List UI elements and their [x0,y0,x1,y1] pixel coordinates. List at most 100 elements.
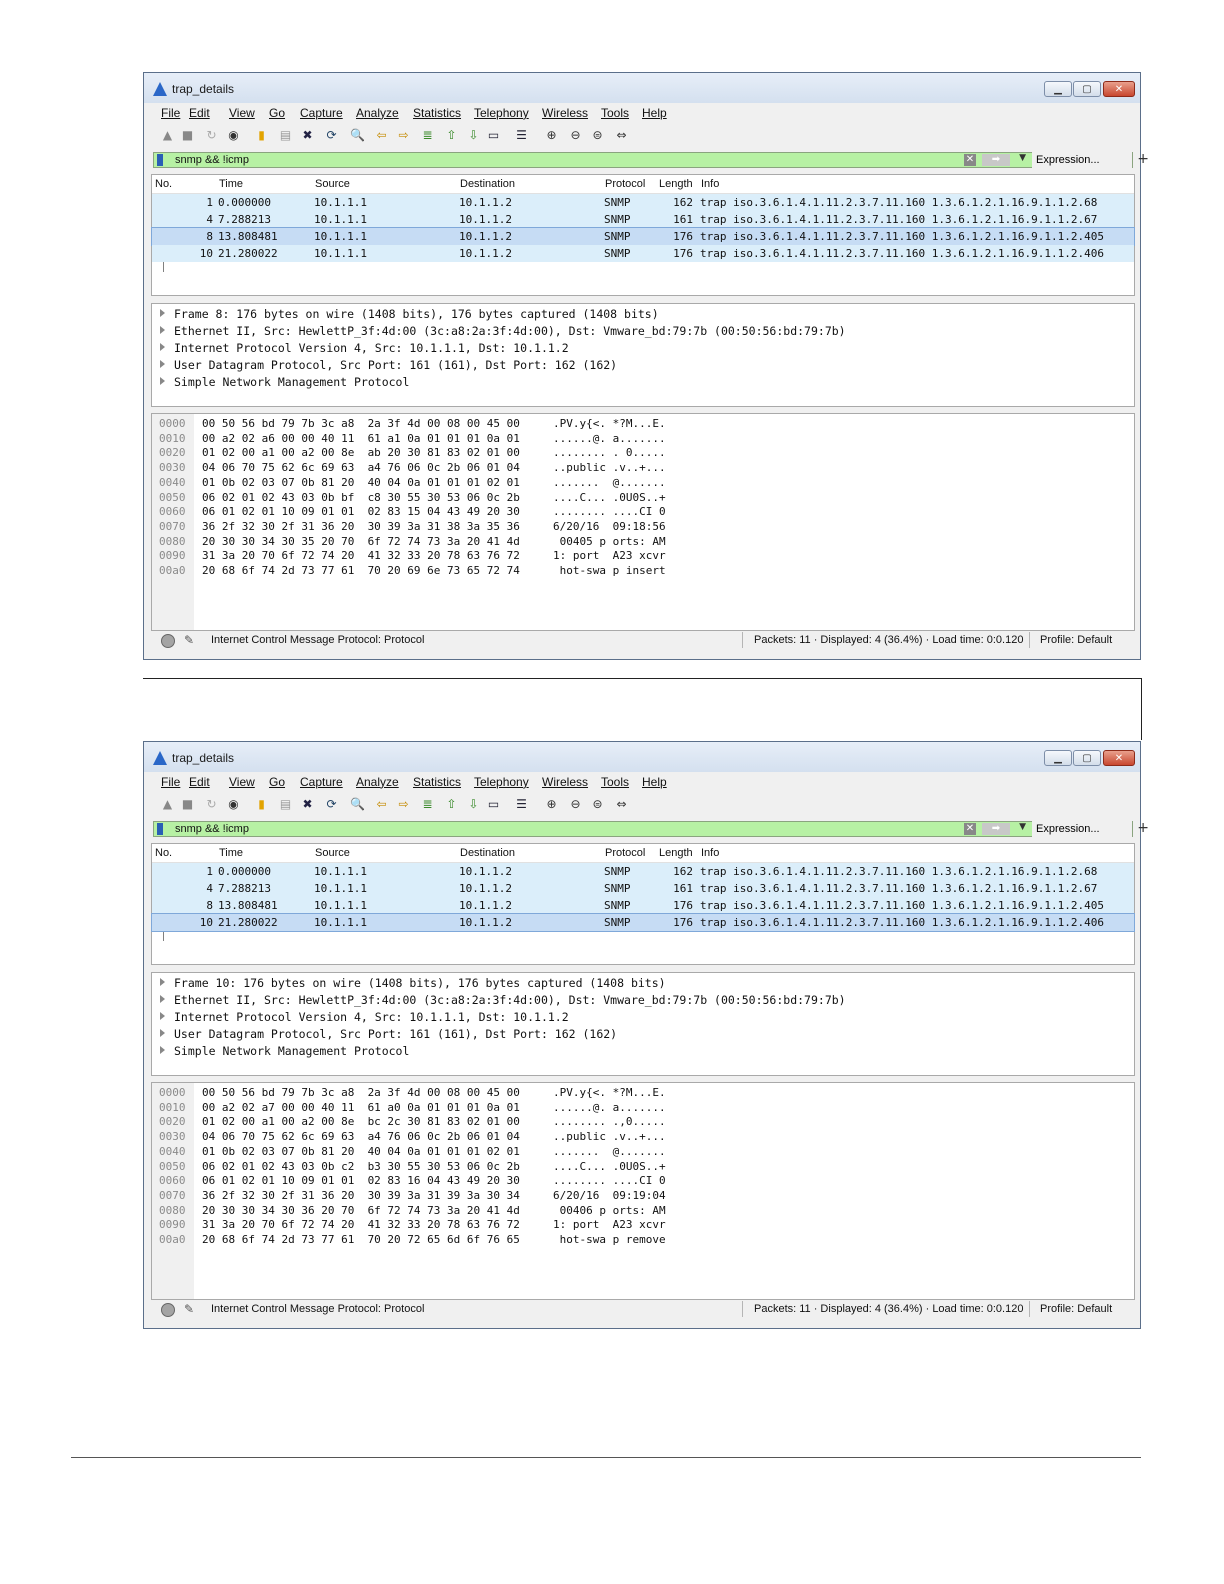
minimize-button[interactable]: ▁ [1044,750,1072,766]
close-button[interactable]: ✕ [1103,81,1135,97]
detail-row[interactable]: Frame 10: 176 bytes on wire (1408 bits),… [160,976,666,992]
open-file-icon[interactable]: ▮ [254,128,269,143]
bytes-row[interactable]: 0020 01 02 00 a1 00 a2 00 8e bc 2c 30 81 … [152,1115,1132,1130]
zoom-out-icon[interactable]: ⊖ [568,128,583,143]
expand-arrow-icon[interactable] [160,326,165,334]
expand-arrow-icon[interactable] [160,995,165,1003]
bytes-row[interactable]: 0070 36 2f 32 30 2f 31 36 20 30 39 3a 31 … [152,520,1132,535]
filter-dropdown-icon[interactable]: ▼ [1019,822,1026,832]
back-icon[interactable]: ⇦ [374,797,389,812]
autoscroll-icon[interactable]: ▭ [486,128,501,143]
restart-icon[interactable]: ↻ [204,128,219,143]
go-to-packet-icon[interactable]: ≣ [420,797,435,812]
bytes-row[interactable]: 0030 04 06 70 75 62 6c 69 63 a4 76 06 0c … [152,461,1132,476]
bytes-row[interactable]: 0050 06 02 01 02 43 03 0b bf c8 30 55 30 … [152,491,1132,506]
column-header-time[interactable]: Time [219,178,243,190]
bytes-row[interactable]: 0030 04 06 70 75 62 6c 69 63 a4 76 06 0c … [152,1130,1132,1145]
forward-icon[interactable]: ⇨ [396,797,411,812]
column-header-info[interactable]: Info [701,847,719,859]
menu-view[interactable]: View [229,775,255,789]
profile-label[interactable]: Profile: Default [1040,1303,1112,1315]
stop-icon[interactable]: ■ [180,128,195,143]
save-file-icon[interactable]: ▤ [278,128,293,143]
column-header-time[interactable]: Time [219,847,243,859]
display-filter-bar[interactable]: snmp && !icmp ✕ ➡ ▼ Expression... + [153,820,1149,837]
bytes-row[interactable]: 0060 06 01 02 01 10 09 01 01 02 83 16 04 … [152,1174,1132,1189]
menu-file[interactable]: File [161,106,180,120]
filter-input[interactable]: snmp && !icmp [175,154,249,166]
bytes-row[interactable]: 00a0 20 68 6f 74 2d 73 77 61 70 20 72 65 … [152,1233,1132,1248]
expand-arrow-icon[interactable] [160,377,165,385]
column-header-info[interactable]: Info [701,178,719,190]
normal-size-icon[interactable]: ⊜ [590,128,605,143]
colorize-icon[interactable]: ☰ [514,128,529,143]
column-header-destination[interactable]: Destination [460,178,515,190]
bookmark-icon[interactable] [157,823,163,835]
capture-options-icon[interactable]: ◉ [226,797,241,812]
menu-analyze[interactable]: Analyze [356,106,399,120]
detail-row[interactable]: User Datagram Protocol, Src Port: 161 (1… [160,358,617,374]
open-file-icon[interactable]: ▮ [254,797,269,812]
filter-input[interactable]: snmp && !icmp [175,823,249,835]
resize-columns-icon[interactable]: ⇔ [614,128,629,143]
expand-arrow-icon[interactable] [160,978,165,986]
menu-capture[interactable]: Capture [300,775,343,789]
detail-row[interactable]: Frame 8: 176 bytes on wire (1408 bits), … [160,307,659,323]
menu-edit[interactable]: Edit [189,106,210,120]
zoom-in-icon[interactable]: ⊕ [544,128,559,143]
minimize-button[interactable]: ▁ [1044,81,1072,97]
bytes-row[interactable]: 00a0 20 68 6f 74 2d 73 77 61 70 20 69 6e … [152,564,1132,579]
bytes-row[interactable]: 0000 00 50 56 bd 79 7b 3c a8 2a 3f 4d 00 … [152,1086,1132,1101]
bytes-row[interactable]: 0040 01 0b 02 03 07 0b 81 20 40 04 0a 01 … [152,476,1132,491]
bytes-row[interactable]: 0080 20 30 30 34 30 36 20 70 6f 72 74 73 … [152,1204,1132,1219]
menu-tools[interactable]: Tools [601,106,629,120]
menu-statistics[interactable]: Statistics [413,106,461,120]
normal-size-icon[interactable]: ⊜ [590,797,605,812]
detail-row[interactable]: Simple Network Management Protocol [160,1044,409,1060]
menu-file[interactable]: File [161,775,180,789]
bytes-row[interactable]: 0070 36 2f 32 30 2f 31 36 20 30 39 3a 31 … [152,1189,1132,1204]
expert-info-icon[interactable] [161,634,175,648]
close-file-icon[interactable]: ✖ [300,797,315,812]
menu-wireless[interactable]: Wireless [542,775,588,789]
menu-analyze[interactable]: Analyze [356,775,399,789]
last-packet-icon[interactable]: ⇩ [466,128,481,143]
bookmark-icon[interactable] [157,154,163,166]
column-header-destination[interactable]: Destination [460,847,515,859]
find-icon[interactable]: 🔍 [350,797,365,812]
packet-row[interactable]: 8 13.808481 10.1.1.1 10.1.1.2 SNMP 176 trap is… [152,897,1134,914]
display-filter-bar[interactable]: snmp && !icmp ✕ ➡ ▼ Expression... + [153,151,1149,168]
menu-view[interactable]: View [229,106,255,120]
close-file-icon[interactable]: ✖ [300,128,315,143]
bytes-row[interactable]: 0050 06 02 01 02 43 03 0b c2 b3 30 55 30 … [152,1160,1132,1175]
menu-statistics[interactable]: Statistics [413,775,461,789]
packet-row[interactable]: 1 0.000000 10.1.1.1 10.1.1.2 SNMP 162 trap iso… [152,194,1134,211]
bytes-row[interactable]: 0020 01 02 00 a1 00 a2 00 8e ab 20 30 81 … [152,446,1132,461]
filter-dropdown-icon[interactable]: ▼ [1019,153,1026,163]
column-header-length[interactable]: Length [659,847,693,859]
packet-row[interactable]: 4 7.288213 10.1.1.1 10.1.1.2 SNMP 161 trap iso… [152,211,1134,228]
stop-icon[interactable]: ■ [180,797,195,812]
menu-wireless[interactable]: Wireless [542,106,588,120]
expression-button[interactable]: Expression... [1032,152,1132,168]
expand-arrow-icon[interactable] [160,343,165,351]
column-header-protocol[interactable]: Protocol [605,847,645,859]
menu-tools[interactable]: Tools [601,775,629,789]
profile-label[interactable]: Profile: Default [1040,634,1112,646]
edit-comment-icon[interactable]: ✎ [184,1302,194,1316]
expand-arrow-icon[interactable] [160,1012,165,1020]
menu-go[interactable]: Go [269,775,285,789]
shark-fin-start-icon[interactable]: ▲ [160,128,175,143]
bytes-row[interactable]: 0000 00 50 56 bd 79 7b 3c a8 2a 3f 4d 00 … [152,417,1132,432]
bytes-row[interactable]: 0090 31 3a 20 70 6f 72 74 20 41 32 33 20 … [152,1218,1132,1233]
column-header-source[interactable]: Source [315,847,350,859]
detail-row[interactable]: User Datagram Protocol, Src Port: 161 (1… [160,1027,617,1043]
maximize-button[interactable]: ▢ [1073,750,1101,766]
find-icon[interactable]: 🔍 [350,128,365,143]
detail-row[interactable]: Ethernet II, Src: HewlettP_3f:4d:00 (3c:… [160,993,846,1009]
shark-fin-start-icon[interactable]: ▲ [160,797,175,812]
capture-options-icon[interactable]: ◉ [226,128,241,143]
first-packet-icon[interactable]: ⇧ [444,128,459,143]
back-icon[interactable]: ⇦ [374,128,389,143]
edit-comment-icon[interactable]: ✎ [184,633,194,647]
